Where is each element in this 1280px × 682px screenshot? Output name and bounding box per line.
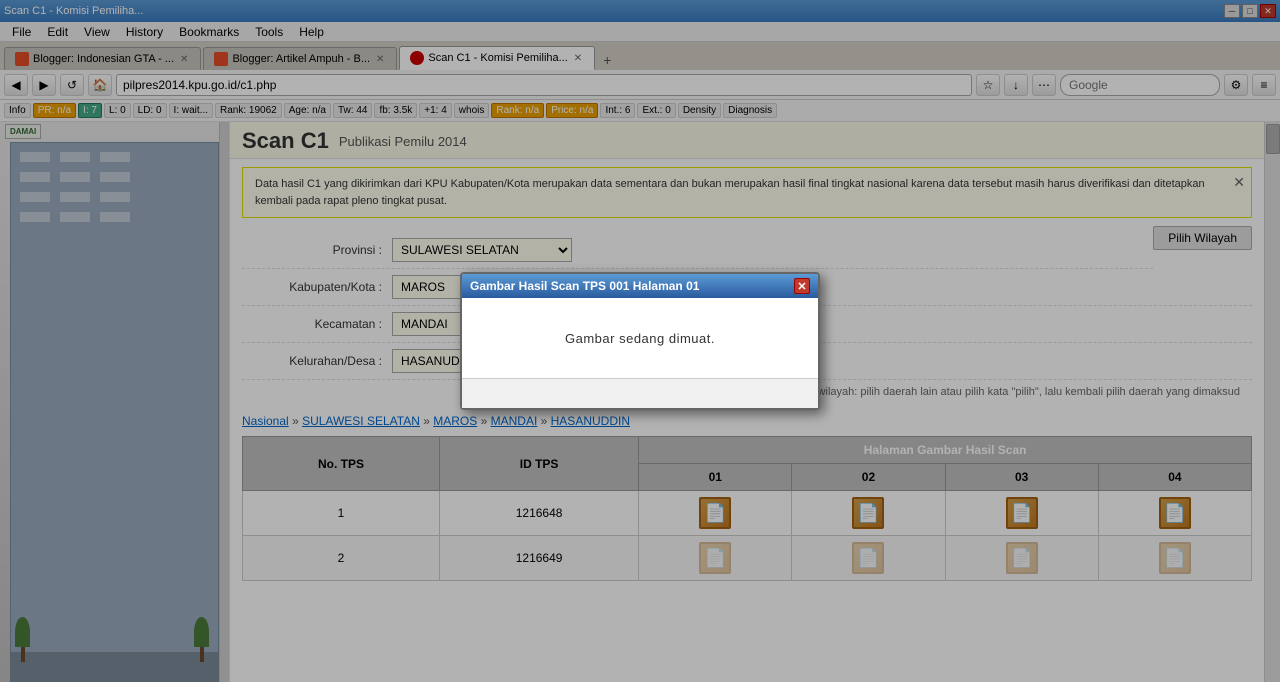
- modal-footer: [462, 378, 818, 408]
- modal-title: Gambar Hasil Scan TPS 001 Halaman 01: [470, 279, 699, 293]
- modal-titlebar: Gambar Hasil Scan TPS 001 Halaman 01 ✕: [462, 274, 818, 298]
- modal-overlay: Gambar Hasil Scan TPS 001 Halaman 01 ✕ G…: [0, 0, 1280, 682]
- browser-window: Scan C1 - Komisi Pemiliha... ─ □ ✕ File …: [0, 0, 1280, 682]
- modal-body: Gambar sedang dimuat.: [462, 298, 818, 378]
- modal-dialog: Gambar Hasil Scan TPS 001 Halaman 01 ✕ G…: [460, 272, 820, 410]
- modal-body-text: Gambar sedang dimuat.: [565, 331, 715, 346]
- modal-close-button[interactable]: ✕: [794, 278, 810, 294]
